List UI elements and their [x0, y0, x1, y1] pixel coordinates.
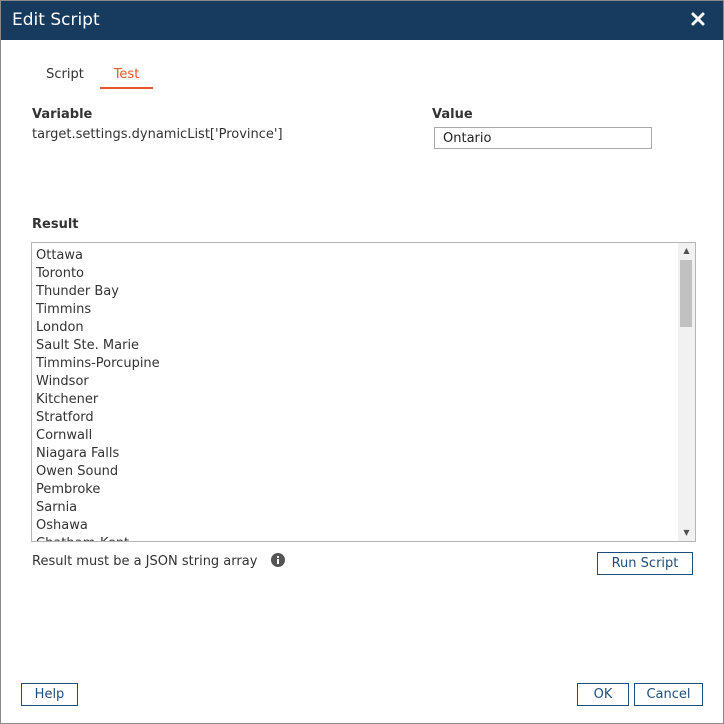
- result-line: Cornwall: [36, 428, 93, 443]
- result-scrollbar[interactable]: ▲ ▼: [678, 243, 695, 541]
- result-hint: Result must be a JSON string array: [32, 554, 258, 569]
- result-line: Ottawa: [36, 248, 83, 263]
- variable-value: target.settings.dynamicList['Province']: [32, 127, 283, 142]
- result-line: Niagara Falls: [36, 446, 120, 461]
- edit-script-dialog: Edit Script Script Test Variable target.…: [0, 0, 724, 724]
- result-line: Sarnia: [36, 500, 78, 515]
- result-line: Sault Ste. Marie: [36, 338, 140, 353]
- run-script-button[interactable]: Run Script: [597, 552, 693, 575]
- result-line: Timmins: [36, 302, 92, 317]
- result-textarea[interactable]: Ottawa Toronto Thunder Bay Timmins London Sau…: [31, 242, 696, 542]
- dialog-title: Edit Script: [12, 10, 100, 30]
- tab-test[interactable]: Test: [100, 65, 153, 89]
- help-button[interactable]: Help: [21, 683, 78, 706]
- result-line: Stratford: [36, 410, 94, 425]
- scroll-thumb[interactable]: [680, 260, 692, 327]
- value-input[interactable]: [434, 127, 652, 149]
- scroll-up-icon[interactable]: ▲: [678, 243, 695, 259]
- result-line: Toronto: [36, 266, 84, 281]
- result-label: Result: [32, 217, 79, 232]
- result-line: Owen Sound: [36, 464, 119, 479]
- tab-script[interactable]: Script: [32, 65, 98, 87]
- result-line: London: [36, 320, 84, 335]
- result-line: Chatham-Kent: [36, 535, 677, 541]
- dialog-titlebar: Edit Script: [1, 1, 723, 40]
- scroll-down-icon[interactable]: ▼: [678, 525, 695, 541]
- result-line: Thunder Bay: [36, 284, 119, 299]
- cancel-button[interactable]: Cancel: [634, 683, 703, 706]
- result-line: Pembroke: [36, 482, 101, 497]
- result-line: Timmins-Porcupine: [36, 356, 160, 371]
- variable-label: Variable: [32, 107, 93, 122]
- result-line: Kitchener: [36, 392, 99, 407]
- result-lines: Ottawa Toronto Thunder Bay Timmins London Sau…: [36, 247, 677, 541]
- ok-button[interactable]: OK: [577, 683, 629, 706]
- info-icon[interactable]: [271, 553, 285, 567]
- close-icon[interactable]: [689, 9, 707, 29]
- value-label: Value: [432, 107, 473, 122]
- result-line: Windsor: [36, 374, 89, 389]
- result-line: Oshawa: [36, 518, 88, 533]
